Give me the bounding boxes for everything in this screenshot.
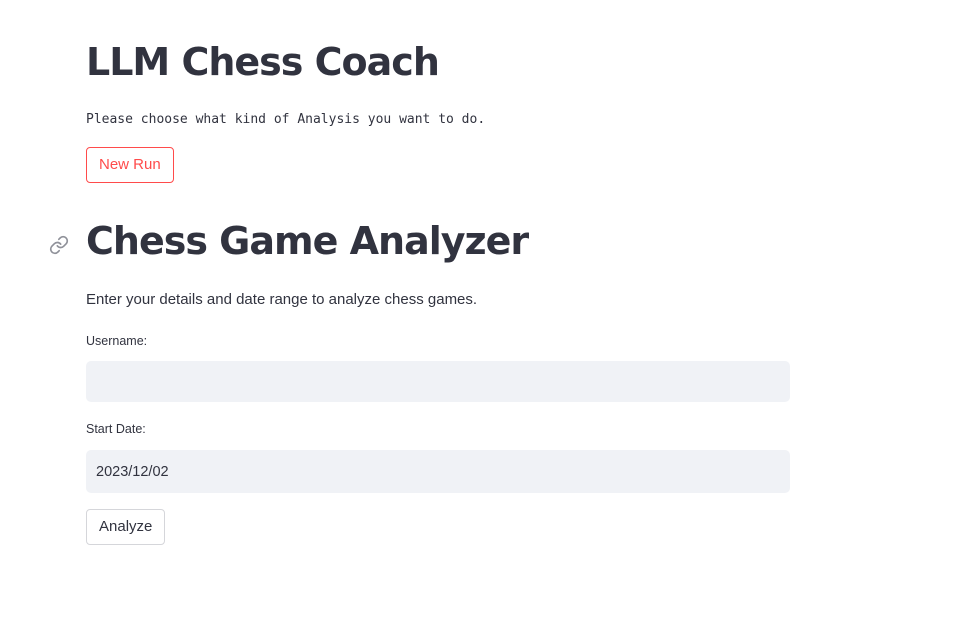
start-date-input[interactable] — [86, 450, 790, 493]
intro-text: Please choose what kind of Analysis you … — [86, 112, 486, 127]
analyzer-description: Enter your details and date range to ana… — [86, 291, 478, 308]
username-input[interactable] — [86, 361, 790, 402]
page-title: LLM Chess Coach — [86, 40, 440, 84]
username-label: Username: — [86, 334, 148, 348]
start-date-label: Start Date: — [86, 422, 146, 436]
analyzer-title: Chess Game Analyzer — [86, 219, 529, 263]
new-run-button[interactable]: New Run — [86, 147, 174, 183]
analyze-button[interactable]: Analyze — [86, 509, 166, 545]
link-icon[interactable] — [49, 235, 69, 255]
